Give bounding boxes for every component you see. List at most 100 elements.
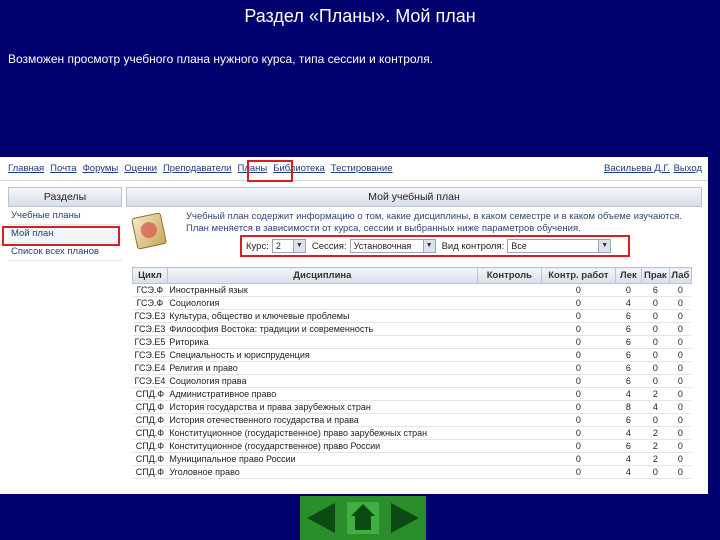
cell-control-works: 0 xyxy=(541,335,616,349)
cell-labs: 0 xyxy=(669,283,692,297)
menu-item-grades[interactable]: Оценки xyxy=(124,163,157,174)
chevron-down-icon: ▼ xyxy=(422,240,435,252)
cell-lectures: 6 xyxy=(615,374,642,388)
cell-practice: 2 xyxy=(641,439,670,453)
course-value: 2 xyxy=(275,241,281,251)
table-row: СПД.Ф Конституционное (государственное) п… xyxy=(132,439,692,453)
cell-control xyxy=(477,309,542,323)
cell-cycle: ГСЭ.Е3 xyxy=(132,322,168,336)
cell-discipline: История отечественного государства и пра… xyxy=(167,413,478,427)
cell-practice: 0 xyxy=(641,335,670,349)
cell-control xyxy=(477,426,542,440)
arrow-left-icon[interactable] xyxy=(305,502,337,534)
cell-discipline: Конституционное (государственное) право … xyxy=(167,439,478,453)
cell-labs: 0 xyxy=(669,335,692,349)
cell-cycle: СПД.Ф xyxy=(132,452,168,466)
col-cycle: Цикл xyxy=(132,267,168,284)
cell-control-works: 0 xyxy=(541,348,616,362)
col-labs: Лаб xyxy=(668,267,692,284)
cell-labs: 0 xyxy=(669,413,692,427)
table-row: СПД.Ф Конституционное (государственное) п… xyxy=(132,426,692,440)
cell-labs: 0 xyxy=(669,465,692,479)
screenshot-area: Главная Почта Форумы Оценки Преподавател… xyxy=(0,157,708,494)
cell-control xyxy=(477,322,542,336)
cell-cycle: СПД.Ф xyxy=(132,413,168,427)
table-row: ГСЭ.Е4 Социология права 0 6 0 0 xyxy=(132,374,692,388)
plan-book-icon xyxy=(131,212,167,250)
cell-lectures: 8 xyxy=(615,400,642,414)
cell-discipline: Философия Востока: традиции и современно… xyxy=(167,322,478,336)
sections-header: Разделы xyxy=(8,187,122,207)
cell-lectures: 6 xyxy=(615,348,642,362)
session-value: Установочная xyxy=(353,241,412,251)
cell-discipline: Иностранный язык xyxy=(167,283,478,297)
cell-practice: 0 xyxy=(641,309,670,323)
course-select[interactable]: 2 ▼ xyxy=(271,239,306,253)
cell-lectures: 4 xyxy=(615,426,642,440)
control-select[interactable]: Все ▼ xyxy=(507,239,612,253)
cell-lectures: 6 xyxy=(615,413,642,427)
cell-control-works: 0 xyxy=(541,400,616,414)
cell-control-works: 0 xyxy=(541,452,616,466)
cell-control xyxy=(477,348,542,362)
col-control: Контроль xyxy=(476,267,542,284)
table-row: ГСЭ.Е3 Философия Востока: традиции и совр… xyxy=(132,322,692,336)
menu-item-forums[interactable]: Форумы xyxy=(83,163,119,174)
col-practice: Прак xyxy=(640,267,670,284)
cell-control-works: 0 xyxy=(541,465,616,479)
cell-control-works: 0 xyxy=(541,361,616,375)
cell-lectures: 4 xyxy=(615,387,642,401)
table-row: ГСЭ.Е5 Специальность и юриспруденция 0 6 0 0 xyxy=(132,348,692,362)
menu-item-testing[interactable]: Тестирование xyxy=(331,163,393,174)
cell-control xyxy=(477,296,542,310)
chevron-down-icon: ▼ xyxy=(598,240,611,252)
user-name-link[interactable]: Васильева Д.Г. xyxy=(604,163,670,174)
cell-discipline: Специальность и юриспруденция xyxy=(167,348,478,362)
cell-control xyxy=(477,335,542,349)
exit-link[interactable]: Выход xyxy=(674,163,702,174)
cell-labs: 0 xyxy=(669,426,692,440)
cell-control-works: 0 xyxy=(541,387,616,401)
slide-text: Возможен просмотр учебного плана нужного… xyxy=(8,52,434,66)
cell-practice: 0 xyxy=(641,296,670,310)
cell-cycle: ГСЭ.Ф xyxy=(132,296,168,310)
cell-discipline: Административное право xyxy=(167,387,478,401)
cell-practice: 4 xyxy=(641,400,670,414)
plan-filters: Курс: 2 ▼ Сессия: Установочная ▼ Вид кон… xyxy=(240,235,630,257)
cell-labs: 0 xyxy=(669,439,692,453)
cell-labs: 0 xyxy=(669,387,692,401)
course-label: Курс: xyxy=(246,240,269,252)
table-row: СПД.Ф История отечественного государства … xyxy=(132,413,692,427)
cell-control xyxy=(477,452,542,466)
arrow-right-icon[interactable] xyxy=(389,502,421,534)
table-header-row: Цикл Дисциплина Контроль Контр. работ Ле… xyxy=(132,267,692,284)
cell-control-works: 0 xyxy=(541,296,616,310)
cell-practice: 0 xyxy=(641,361,670,375)
cell-lectures: 0 xyxy=(615,283,642,297)
cell-discipline: Риторика xyxy=(167,335,478,349)
table-row: СПД.Ф Уголовное право 0 4 0 0 xyxy=(132,465,692,479)
cell-labs: 0 xyxy=(669,452,692,466)
cell-labs: 0 xyxy=(669,309,692,323)
cell-cycle: ГСЭ.Е3 xyxy=(132,309,168,323)
table-row: СПД.Ф Муниципальное право России 0 4 2 0 xyxy=(132,452,692,466)
top-menu: Главная Почта Форумы Оценки Преподавател… xyxy=(0,157,708,181)
menu-item-mail[interactable]: Почта xyxy=(50,163,76,174)
session-select[interactable]: Установочная ▼ xyxy=(349,239,436,253)
menu-item-home[interactable]: Главная xyxy=(8,163,44,174)
cell-control xyxy=(477,400,542,414)
cell-control-works: 0 xyxy=(541,322,616,336)
cell-cycle: СПД.Ф xyxy=(132,426,168,440)
cell-lectures: 4 xyxy=(615,465,642,479)
cell-cycle: ГСЭ.Ф xyxy=(132,283,168,297)
cell-cycle: ГСЭ.Е4 xyxy=(132,374,168,388)
plan-info-text: Учебный план содержит информацию о том, … xyxy=(186,211,682,234)
menu-item-teachers[interactable]: Преподаватели xyxy=(163,163,232,174)
plans-highlight-frame xyxy=(247,160,293,182)
cell-labs: 0 xyxy=(669,296,692,310)
cell-cycle: СПД.Ф xyxy=(132,465,168,479)
table-row: ГСЭ.Е5 Риторика 0 6 0 0 xyxy=(132,335,692,349)
section-item-study-plans[interactable]: Учебные планы xyxy=(8,207,122,225)
home-icon[interactable] xyxy=(347,502,379,534)
cell-lectures: 6 xyxy=(615,309,642,323)
